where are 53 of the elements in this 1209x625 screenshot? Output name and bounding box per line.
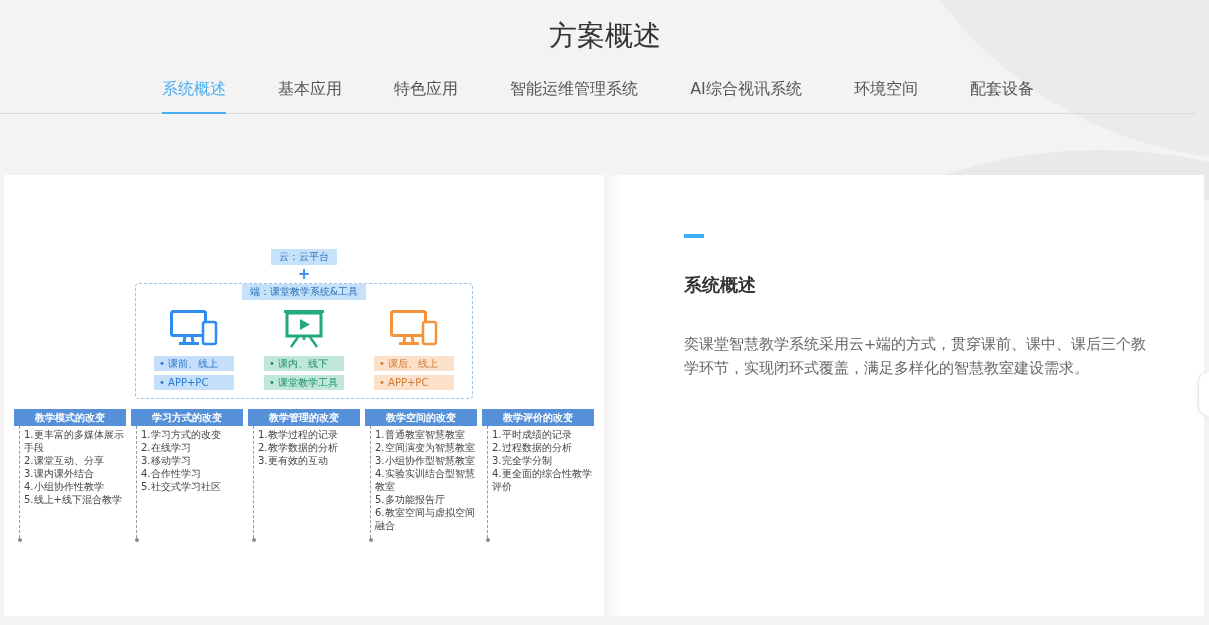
column-header: 学习方式的改变 — [131, 409, 243, 426]
line-end-dot-icon — [251, 538, 256, 542]
column-header: 教学空间的改变 — [365, 409, 477, 426]
column-item: 1.教学过程的记录 — [258, 428, 339, 441]
column-header: 教学管理的改变 — [248, 409, 360, 426]
tab[interactable]: 智能运维管理系统 — [510, 70, 639, 114]
column-item: 2.教学数据的分析 — [258, 441, 339, 454]
column-item: 1.学习方式的改变 — [141, 428, 222, 441]
column-item: 3.更有效的互动 — [258, 454, 329, 467]
column-item: 4.实验实训结合型智慧教室 — [375, 467, 476, 493]
column-item: 4.小组协作性教学 — [24, 480, 105, 493]
device-tag: • APP+PC — [374, 375, 454, 390]
carousel-next-button[interactable] — [1199, 372, 1209, 416]
column-header: 教学评价的改变 — [482, 409, 594, 426]
line-end-dot-icon — [134, 538, 139, 542]
line-end-dot-icon — [368, 538, 373, 542]
column-item: 4.合作性学习 — [141, 467, 202, 480]
tab[interactable]: AI综合视讯系统 — [690, 70, 802, 114]
device-tag: • 课前、线上 — [154, 356, 234, 371]
column-item: 2.空间演变为智慧教室 — [375, 441, 476, 454]
column-item: 2.课堂互动、分享 — [24, 454, 105, 467]
column-item: 3.小组协作型智慧教室 — [375, 454, 476, 467]
device-tag: • 课内、线下 — [264, 356, 344, 371]
plus-sign: + — [297, 265, 311, 283]
tab[interactable]: 环境空间 — [853, 70, 918, 114]
column-item: 4.更全面的综合性教学评价 — [492, 467, 593, 493]
section-description: 奕课堂智慧教学系统采用云+端的方式，贯穿课前、课中、课后三个教学环节，实现闭环式覆盖，满足多样化的智慧教室建设需求。 — [684, 335, 1148, 378]
line-end-dot-icon — [17, 538, 22, 542]
device-tag: • APP+PC — [154, 375, 234, 390]
column-item: 5.社交式学习社区 — [141, 480, 222, 493]
column-item: 6.教室空间与虚拟空间融合 — [375, 506, 476, 532]
column-item: 5.多功能报告厅 — [375, 493, 446, 506]
column-item: 1.更丰富的多媒体展示手段 — [24, 428, 125, 454]
column-item: 3.完全学分制 — [492, 454, 553, 467]
column-item: 1.平时成绩的记录 — [492, 428, 573, 441]
column-item: 2.在线学习 — [141, 441, 192, 454]
tab[interactable]: 基本应用 — [278, 70, 343, 114]
column-item: 3.课内课外结合 — [24, 467, 95, 480]
accent-bar — [684, 234, 704, 238]
device-tag: • 课后、线上 — [374, 356, 454, 371]
page-title: 方案概述 — [547, 18, 662, 54]
column-item: 3.移动学习 — [141, 454, 192, 467]
tab[interactable]: 特色应用 — [394, 70, 459, 114]
section-heading: 系统概述 — [684, 273, 757, 297]
cloud-label: 云：云平台 — [271, 249, 337, 265]
column-item: 5.线上+线下混合教学 — [24, 493, 123, 506]
column-item: 1.普通教室智慧教室 — [375, 428, 466, 441]
device-tag: • 课堂教学工具 — [264, 375, 344, 390]
terminal-label: 端：课堂教学系统&工具 — [242, 284, 366, 300]
column-item: 2.过程数据的分析 — [492, 441, 573, 454]
tab[interactable]: 配套设备 — [969, 70, 1034, 114]
line-end-dot-icon — [485, 538, 490, 542]
column-header: 教学模式的改变 — [14, 409, 126, 426]
